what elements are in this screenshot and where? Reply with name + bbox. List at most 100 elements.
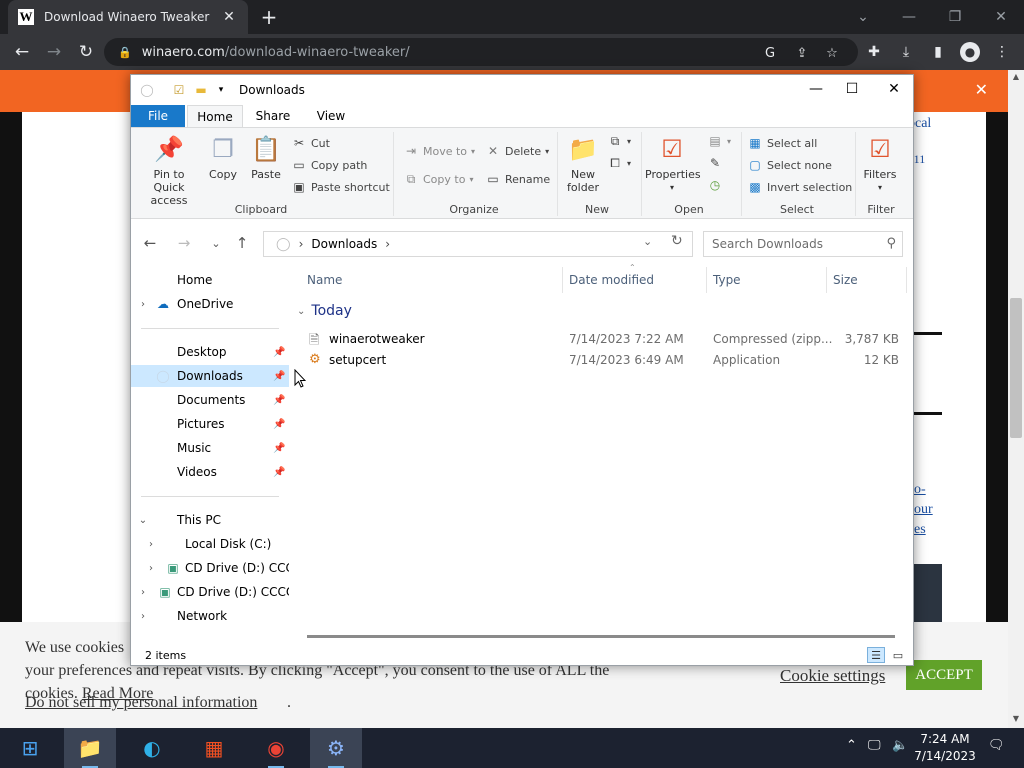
expand-chevron-icon[interactable]: › xyxy=(137,611,149,622)
address-bar[interactable]: ◯ › Downloads › xyxy=(263,231,693,257)
column-header-size[interactable]: Size xyxy=(827,267,907,293)
new-tab-button[interactable]: + xyxy=(256,5,282,29)
tab-search-chevron-icon[interactable]: ⌄ xyxy=(840,0,886,34)
nav-item-onedrive[interactable]: › ☁ OneDrive xyxy=(131,293,289,315)
sidebar-link-snippet[interactable]: es xyxy=(914,522,926,538)
nav-item-pictures[interactable]: Pictures 📌 xyxy=(131,413,289,435)
side-panel-icon[interactable]: ▮ xyxy=(926,40,950,64)
details-view-icon[interactable]: ☰ xyxy=(867,647,885,663)
winaero-tweaker-icon[interactable]: ⚙ xyxy=(310,728,362,768)
invert-selection-button[interactable]: ▩ Invert selection xyxy=(747,180,852,194)
copy-to-button[interactable]: ⧉ Copy to ▾ xyxy=(403,172,474,187)
breadcrumb-chevron-icon[interactable]: › xyxy=(385,237,390,251)
search-input[interactable]: Search Downloads ⚲ xyxy=(703,231,903,257)
file-list-hscrollbar[interactable] xyxy=(307,635,895,638)
edit-button[interactable]: ✎ xyxy=(707,156,727,170)
do-not-sell-link[interactable]: Do not sell my personal information xyxy=(25,694,257,712)
properties-button[interactable]: ☑ Properties ▾ xyxy=(645,134,701,194)
edge-browser-icon[interactable]: ◐ xyxy=(126,728,178,768)
properties-quick-icon[interactable]: ☑ xyxy=(171,82,187,98)
cookie-settings-link[interactable]: Cookie settings xyxy=(780,666,885,686)
page-scroll-thumb[interactable] xyxy=(1010,298,1022,438)
reload-icon[interactable]: ↻ xyxy=(74,40,98,64)
volume-tray-icon[interactable]: 🔈 xyxy=(892,738,908,753)
explorer-maximize-button[interactable]: ☐ xyxy=(831,75,873,103)
lock-icon[interactable]: 🔒 xyxy=(118,46,132,59)
expand-chevron-icon[interactable]: › xyxy=(145,563,157,574)
up-arrow-icon[interactable]: ↑ xyxy=(231,233,253,253)
tray-chevron-up-icon[interactable]: ⌃ xyxy=(846,738,857,753)
browser-tab[interactable]: W Download Winaero Tweaker ✕ xyxy=(8,0,248,34)
nav-item-network[interactable]: › Network xyxy=(131,605,289,627)
explorer-title-bar[interactable]: ◯ ☑ ▬ ▾ Downloads — ☐ ✕ xyxy=(131,75,913,105)
tab-share[interactable]: Share xyxy=(245,105,301,127)
breadcrumb-chevron-icon[interactable]: › xyxy=(299,237,304,251)
select-all-button[interactable]: ▦ Select all xyxy=(747,136,817,150)
start-windows-icon[interactable]: ⊞ xyxy=(4,728,56,768)
collapse-chevron-icon[interactable]: ⌄ xyxy=(297,306,305,317)
column-header-name[interactable]: Name xyxy=(291,267,563,293)
forward-arrow-icon[interactable]: → xyxy=(173,233,195,253)
table-row[interactable]: ⚙ setupcert 7/14/2023 6:49 AM Applicatio… xyxy=(307,350,907,370)
sidebar-link-snippet[interactable]: o- xyxy=(914,482,926,498)
table-row[interactable]: 🗎 winaerotweaker 7/14/2023 7:22 AM Compr… xyxy=(307,329,907,349)
nav-item-cd-drive[interactable]: › ▣ CD Drive (D:) CCCC xyxy=(131,557,289,579)
tab-file[interactable]: File xyxy=(131,105,185,127)
copy-path-button[interactable]: ▭ Copy path xyxy=(291,158,367,172)
back-arrow-icon[interactable]: ← xyxy=(139,233,161,253)
browser-restore-button[interactable]: ❐ xyxy=(932,0,978,34)
new-folder-quick-icon[interactable]: ▬ xyxy=(193,82,209,98)
page-scrollbar[interactable]: ▲ ▼ xyxy=(1008,70,1024,728)
banner-close-icon[interactable]: ✕ xyxy=(975,80,988,99)
quick-access-dropdown-icon[interactable]: ▾ xyxy=(213,82,229,98)
extensions-puzzle-icon[interactable]: ✚ xyxy=(862,40,886,64)
tab-close-icon[interactable]: ✕ xyxy=(220,9,238,25)
nav-item-home[interactable]: Home xyxy=(131,269,289,291)
refresh-icon[interactable]: ↻ xyxy=(671,233,683,249)
group-header-today[interactable]: ⌄ Today xyxy=(297,303,352,319)
browser-menu-icon[interactable]: ⋮ xyxy=(990,40,1014,64)
profile-avatar-icon[interactable]: ● xyxy=(958,40,982,64)
move-to-button[interactable]: ⇥ Move to ▾ xyxy=(403,144,475,158)
open-button[interactable]: ▤ ▾ xyxy=(707,134,731,148)
nav-item-music[interactable]: Music 📌 xyxy=(131,437,289,459)
nav-item-documents[interactable]: Documents 📌 xyxy=(131,389,289,411)
sidebar-link-snippet[interactable]: our xyxy=(914,502,933,518)
browser-minimize-button[interactable]: — xyxy=(886,0,932,34)
rename-button[interactable]: ▭ Rename xyxy=(485,172,550,186)
address-history-dropdown-icon[interactable]: ⌄ xyxy=(643,235,652,248)
select-none-button[interactable]: ▢ Select none xyxy=(747,158,832,172)
new-item-button[interactable]: ⧉ ▾ xyxy=(607,134,631,149)
network-tray-icon[interactable]: 🖵 xyxy=(868,738,881,753)
cut-button[interactable]: ✂ Cut xyxy=(291,136,330,150)
nav-item-local-disk[interactable]: › Local Disk (C:) xyxy=(131,533,289,555)
tab-view[interactable]: View xyxy=(303,105,359,127)
nav-item-downloads[interactable]: ◯ Downloads 📌 xyxy=(131,365,289,387)
recent-locations-chevron-icon[interactable]: ⌄ xyxy=(205,233,227,253)
expand-chevron-icon[interactable]: › xyxy=(137,299,149,310)
forward-arrow-icon[interactable]: → xyxy=(42,40,66,64)
expand-chevron-icon[interactable]: › xyxy=(145,539,157,550)
download-icon[interactable]: ⤓ xyxy=(894,40,918,64)
expand-chevron-icon[interactable]: › xyxy=(137,587,149,598)
chrome-browser-icon[interactable]: ◉ xyxy=(250,728,302,768)
nav-item-videos[interactable]: Videos 📌 xyxy=(131,461,289,483)
accept-cookies-button[interactable]: ACCEPT xyxy=(906,660,982,690)
nav-item-desktop[interactable]: Desktop 📌 xyxy=(131,341,289,363)
paste-shortcut-button[interactable]: ▣ Paste shortcut xyxy=(291,180,389,194)
scroll-up-icon[interactable]: ▲ xyxy=(1008,72,1024,81)
notification-center-icon[interactable]: 🗨 xyxy=(988,738,1005,753)
nav-item-cd-drive-2[interactable]: › ▣ CD Drive (D:) CCCOM xyxy=(131,581,289,603)
new-folder-button[interactable]: 📁 New folder xyxy=(563,134,603,194)
tab-home[interactable]: Home xyxy=(187,105,243,127)
filters-button[interactable]: ☑ Filters ▾ xyxy=(859,134,901,194)
paste-button[interactable]: 📋 Paste xyxy=(247,134,285,181)
explorer-close-button[interactable]: ✕ xyxy=(873,75,915,103)
large-icons-view-icon[interactable]: ▭ xyxy=(889,647,907,663)
history-button[interactable]: ◷ xyxy=(707,178,727,192)
browser-close-button[interactable]: ✕ xyxy=(978,0,1024,34)
breadcrumb-downloads[interactable]: Downloads xyxy=(311,237,377,251)
share-icon[interactable]: ⇪ xyxy=(792,43,812,63)
nav-item-this-pc[interactable]: ⌄ This PC xyxy=(131,509,289,531)
google-lens-icon[interactable]: G xyxy=(760,43,780,63)
